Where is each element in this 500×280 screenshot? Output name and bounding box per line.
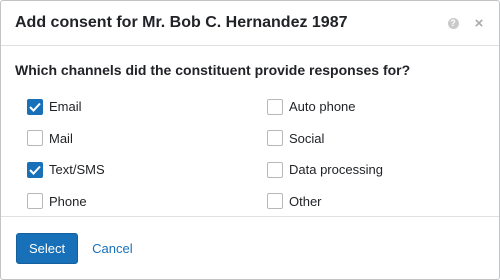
channel-email[interactable]: Email <box>27 91 255 123</box>
checkbox[interactable] <box>27 98 43 115</box>
checkbox[interactable] <box>267 193 283 210</box>
checkbox-label: Mail <box>49 130 73 146</box>
channel-grid: Email Auto phone Mail Social Text/SMS Da… <box>15 91 485 217</box>
checkbox-label: Social <box>289 130 325 146</box>
channel-auto-phone[interactable]: Auto phone <box>267 91 485 123</box>
consent-dialog: Add consent for Mr. Bob C. Hernandez 198… <box>0 0 500 280</box>
checkbox-label: Phone <box>49 193 87 209</box>
checkbox-label: Text/SMS <box>49 162 105 178</box>
checkbox[interactable] <box>267 161 283 178</box>
cancel-button[interactable]: Cancel <box>92 241 132 256</box>
checkbox[interactable] <box>267 130 283 147</box>
checkbox-label: Data processing <box>289 162 383 178</box>
dialog-header: Add consent for Mr. Bob C. Hernandez 198… <box>1 1 499 46</box>
channel-other[interactable]: Other <box>267 186 485 218</box>
channel-social[interactable]: Social <box>267 123 485 155</box>
checkmark-icon <box>29 102 41 112</box>
checkbox-label: Email <box>49 99 82 115</box>
channel-mail[interactable]: Mail <box>27 123 255 155</box>
checkbox-label: Auto phone <box>289 99 356 115</box>
question-label: Which channels did the constituent provi… <box>15 62 411 78</box>
checkbox[interactable] <box>27 193 43 210</box>
dialog-body: Which channels did the constituent provi… <box>1 62 499 217</box>
dialog-footer: Select Cancel <box>1 216 499 279</box>
help-icon[interactable]: ? <box>447 17 459 29</box>
checkbox[interactable] <box>267 98 283 115</box>
checkbox-label: Other <box>289 193 322 209</box>
channel-phone[interactable]: Phone <box>27 186 255 218</box>
select-button[interactable]: Select <box>16 232 79 264</box>
channel-text-sms[interactable]: Text/SMS <box>27 154 255 186</box>
checkbox[interactable] <box>27 161 43 178</box>
dialog-title: Add consent for Mr. Bob C. Hernandez 198… <box>15 14 348 31</box>
close-icon[interactable]: × <box>473 16 485 31</box>
checkbox[interactable] <box>27 130 43 147</box>
checkmark-icon <box>29 165 41 175</box>
channel-data-processing[interactable]: Data processing <box>267 154 485 186</box>
